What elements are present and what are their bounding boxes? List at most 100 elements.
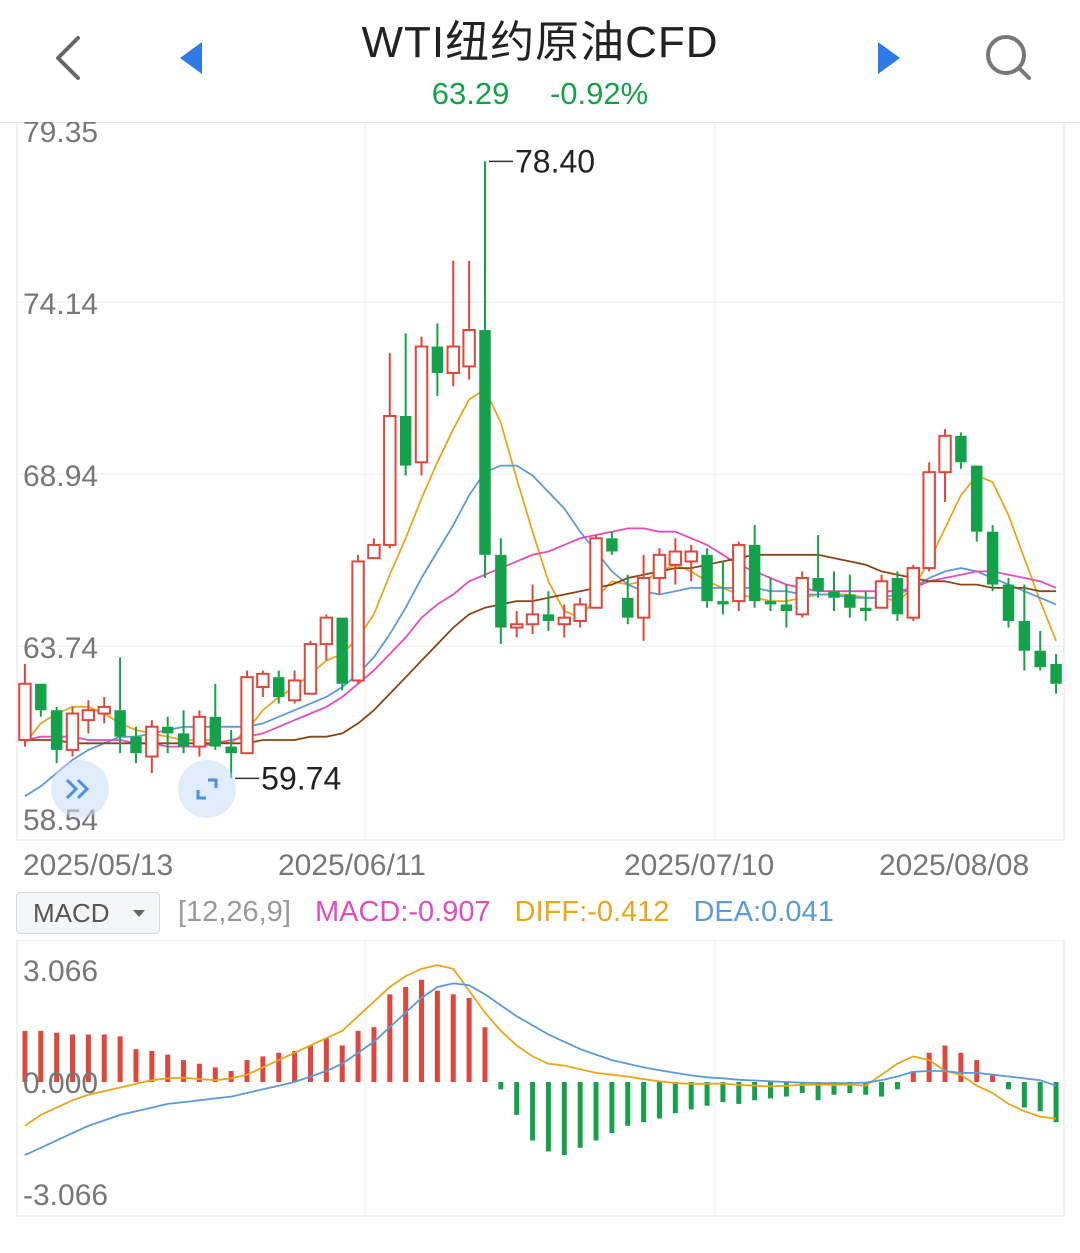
candle bbox=[50, 706, 63, 764]
candle bbox=[525, 584, 540, 635]
candle-body bbox=[780, 604, 793, 612]
candle-body bbox=[812, 577, 824, 592]
macd-bar bbox=[894, 1082, 900, 1090]
candle-body bbox=[145, 725, 159, 758]
macd-bar bbox=[768, 1082, 774, 1099]
candle bbox=[844, 574, 856, 618]
candle-body bbox=[319, 616, 334, 646]
macd-bar bbox=[926, 1052, 932, 1082]
candle-body bbox=[874, 580, 889, 609]
y-tick-label: 79.35 bbox=[23, 122, 98, 149]
candle bbox=[1050, 654, 1062, 694]
x-tick-label: 2025/08/08 bbox=[879, 849, 1029, 882]
candle bbox=[256, 670, 270, 697]
candle-body bbox=[192, 715, 207, 748]
macd-bar bbox=[720, 1082, 726, 1103]
macd-bar bbox=[958, 1052, 964, 1082]
change-percent: -0.92% bbox=[549, 76, 649, 111]
dea-line bbox=[24, 982, 1057, 1156]
macd-bar bbox=[641, 1082, 647, 1123]
candle bbox=[65, 706, 80, 757]
indicator-toolbar: MACD [12,26,9] MACD:-0.907 DIFF:-0.412 D… bbox=[0, 888, 1080, 940]
candle-body bbox=[525, 613, 540, 626]
candle bbox=[874, 574, 889, 609]
candle-body bbox=[1002, 584, 1015, 621]
indicator-values: [12,26,9] MACD:-0.907 DIFF:-0.412 DEA:0.… bbox=[178, 896, 850, 929]
indicator-select-value: MACD bbox=[33, 898, 110, 928]
dea-value: DEA:0.041 bbox=[693, 896, 834, 928]
candle bbox=[906, 564, 921, 621]
macd-bar bbox=[625, 1082, 631, 1126]
candle bbox=[684, 544, 698, 582]
candle-body bbox=[462, 329, 476, 368]
candle-body bbox=[652, 553, 667, 579]
candle-body bbox=[828, 591, 840, 598]
macd-bar bbox=[133, 1049, 139, 1082]
candle-body bbox=[209, 716, 222, 747]
candle-body bbox=[287, 679, 302, 702]
macd-bar bbox=[403, 987, 409, 1082]
macd-bar bbox=[879, 1082, 885, 1097]
macd-bar bbox=[466, 997, 472, 1082]
candle bbox=[986, 525, 999, 592]
candle bbox=[431, 323, 444, 397]
expand-panel-icon[interactable] bbox=[51, 760, 109, 818]
candle-body bbox=[479, 330, 491, 555]
candle bbox=[192, 710, 207, 757]
candle-body bbox=[446, 345, 460, 374]
macd-bar bbox=[1005, 1082, 1011, 1090]
candle bbox=[1034, 630, 1046, 671]
candle-body bbox=[130, 736, 142, 754]
candle-body bbox=[764, 601, 777, 605]
candle-body bbox=[906, 567, 921, 619]
candle bbox=[209, 683, 222, 750]
plot-frame bbox=[16, 122, 1065, 841]
header: WTI纽约原油CFD 63.29 -0.92% bbox=[0, 0, 1080, 123]
indicator-select[interactable]: MACD bbox=[16, 892, 160, 934]
candle-body bbox=[938, 434, 952, 474]
candle bbox=[479, 161, 491, 578]
candle-body bbox=[955, 435, 967, 463]
candle-body bbox=[509, 623, 524, 629]
macd-bar bbox=[799, 1082, 805, 1093]
candle-body bbox=[971, 465, 983, 532]
candle-body bbox=[589, 537, 603, 609]
candle bbox=[636, 554, 651, 641]
macd-bar bbox=[276, 1052, 282, 1082]
candle bbox=[971, 465, 983, 542]
macd-bar bbox=[1037, 1082, 1043, 1112]
candle bbox=[1002, 577, 1015, 628]
macd-bar bbox=[181, 1060, 187, 1082]
candle bbox=[589, 534, 603, 609]
macd-bar bbox=[974, 1060, 980, 1082]
candle bbox=[764, 577, 777, 612]
candle-body bbox=[351, 560, 365, 682]
macd-chart[interactable]: 3.066 0.000 -3.066 bbox=[0, 940, 1080, 1230]
next-arrow-icon[interactable] bbox=[858, 28, 918, 88]
macd-bar bbox=[292, 1050, 298, 1082]
candle bbox=[732, 541, 746, 612]
candle-body bbox=[732, 543, 746, 603]
y-tick-label: 63.74 bbox=[23, 632, 98, 665]
macd-y-tick-label: 0.000 bbox=[23, 1067, 98, 1100]
candlestick-chart[interactable]: 79.3574.1468.9463.7458.542025/05/13 2025/… bbox=[0, 122, 1080, 888]
candle bbox=[938, 429, 952, 502]
candle-body bbox=[495, 554, 507, 628]
candle-body bbox=[399, 415, 412, 466]
candle bbox=[606, 531, 618, 555]
macd-bar bbox=[656, 1082, 662, 1119]
candle-body bbox=[18, 682, 32, 741]
x-tick-label: 2025/07/10 bbox=[624, 849, 774, 882]
macd-bar bbox=[482, 1027, 488, 1082]
diff-value: DIFF:-0.412 bbox=[514, 896, 670, 928]
search-icon[interactable] bbox=[978, 28, 1038, 88]
macd-bar bbox=[1021, 1082, 1027, 1108]
candle-body bbox=[336, 617, 348, 684]
macd-bar bbox=[688, 1082, 694, 1110]
fullscreen-icon[interactable] bbox=[178, 760, 236, 818]
candle-body bbox=[844, 594, 856, 608]
candle-body bbox=[557, 616, 572, 626]
candle-body bbox=[717, 601, 729, 605]
macd-bar bbox=[609, 1082, 615, 1134]
macd-bar bbox=[577, 1082, 583, 1148]
